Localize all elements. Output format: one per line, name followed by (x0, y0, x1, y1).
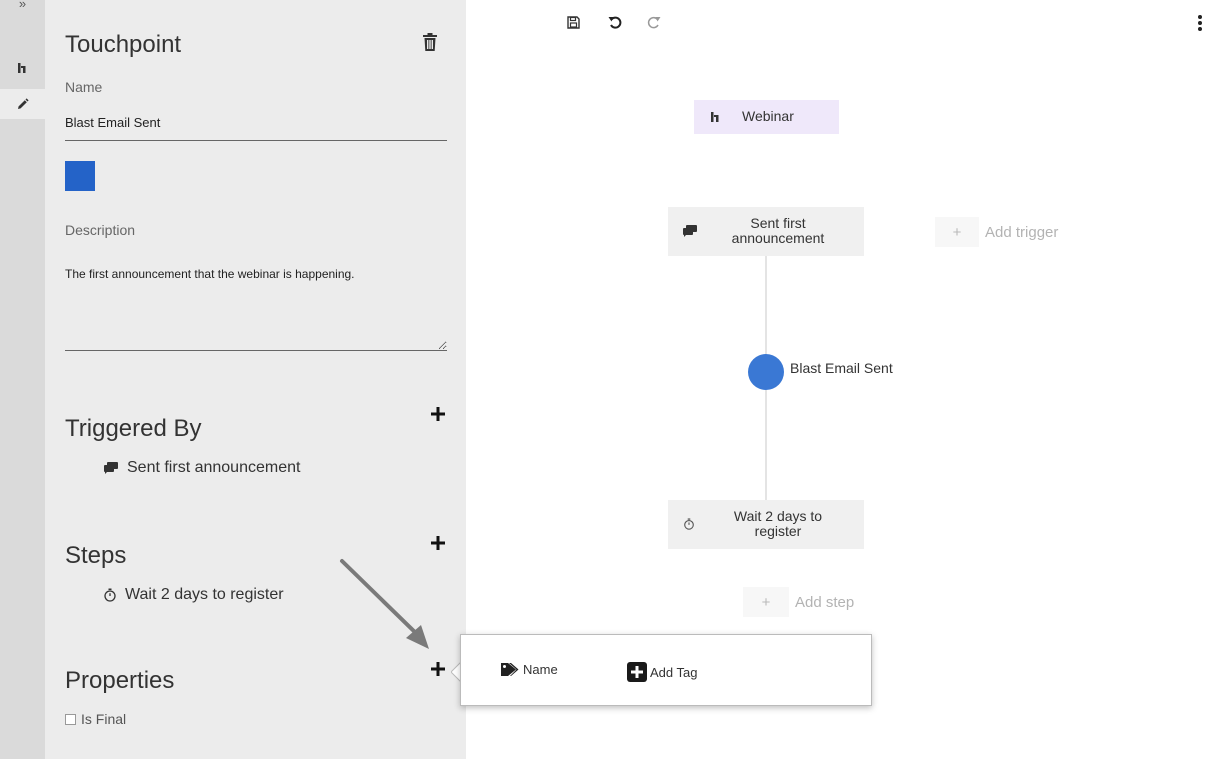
expand-panel-button[interactable]: » (0, 0, 45, 14)
trigger-node-label: Sent first announcement (731, 215, 825, 246)
rail-journey-button[interactable] (0, 53, 45, 83)
tag-icon (501, 663, 519, 676)
stopwatch-icon (104, 588, 116, 602)
is-final-label: Is Final (81, 711, 127, 727)
step-node[interactable]: Wait 2 days to register (668, 500, 864, 549)
properties-heading: Properties (65, 667, 175, 694)
stopwatch-icon (684, 518, 694, 530)
journey-icon (17, 63, 25, 73)
triggered-by-heading: Triggered By (65, 415, 202, 442)
description-textarea[interactable]: The first announcement that the webinar … (65, 260, 447, 351)
message-icon (104, 462, 118, 474)
color-swatch[interactable] (65, 161, 95, 191)
name-property-option[interactable]: Name (500, 662, 558, 677)
add-trigger-plus: + (935, 217, 979, 247)
plus-icon (431, 407, 445, 421)
delete-button[interactable] (423, 33, 443, 55)
touchpoint-node[interactable] (748, 354, 784, 390)
root-node-label: Webinar (742, 108, 794, 124)
description-label: Description (65, 222, 136, 238)
redo-icon (647, 16, 661, 29)
add-step-button[interactable] (431, 536, 447, 552)
save-button[interactable] (562, 11, 584, 33)
pencil-icon (18, 97, 29, 109)
name-property-label: Name (523, 662, 558, 677)
add-step-node[interactable]: + Add step (743, 587, 854, 617)
is-final-row[interactable]: Is Final (65, 711, 126, 727)
journey-root-node[interactable]: Webinar (694, 100, 839, 134)
trigger-item[interactable]: Sent first announcement (103, 459, 300, 477)
name-input[interactable] (65, 104, 447, 141)
trigger-item-label: Sent first announcement (127, 459, 301, 476)
save-icon (566, 15, 580, 29)
steps-heading: Steps (65, 542, 127, 569)
rail-edit-button[interactable] (0, 89, 45, 119)
connector-line (765, 390, 767, 500)
message-icon (683, 225, 697, 237)
more-options-button[interactable] (1190, 13, 1210, 35)
step-item-label: Wait 2 days to register (125, 586, 284, 603)
add-tag-button[interactable]: Add Tag (627, 662, 697, 682)
journey-icon (711, 112, 719, 122)
add-trigger-label: Add trigger (985, 223, 1059, 241)
left-rail: » (0, 0, 45, 759)
is-final-checkbox[interactable] (65, 713, 76, 725)
step-node-label: Wait 2 days to register (733, 508, 823, 539)
more-vertical-icon (1198, 15, 1202, 31)
add-step-label: Add step (795, 593, 855, 611)
plus-icon (431, 536, 445, 550)
add-trigger-button[interactable] (431, 407, 447, 423)
step-item[interactable]: Wait 2 days to register (103, 586, 284, 604)
annotation-arrow (340, 559, 429, 649)
add-tag-label: Add Tag (650, 664, 698, 680)
touchpoint-node-label: Blast Email Sent (790, 360, 893, 376)
trigger-node[interactable]: Sent first announcement (668, 207, 864, 256)
redo-button[interactable] (643, 11, 665, 33)
undo-button[interactable] (604, 11, 626, 33)
plus-square-icon (627, 662, 647, 682)
connector-line (765, 256, 767, 354)
add-trigger-node[interactable]: + Add trigger (935, 217, 1058, 247)
name-label: Name (65, 79, 103, 95)
undo-icon (608, 16, 622, 29)
add-step-plus: + (743, 587, 789, 617)
trash-icon (423, 33, 437, 51)
panel-title: Touchpoint (65, 31, 182, 58)
